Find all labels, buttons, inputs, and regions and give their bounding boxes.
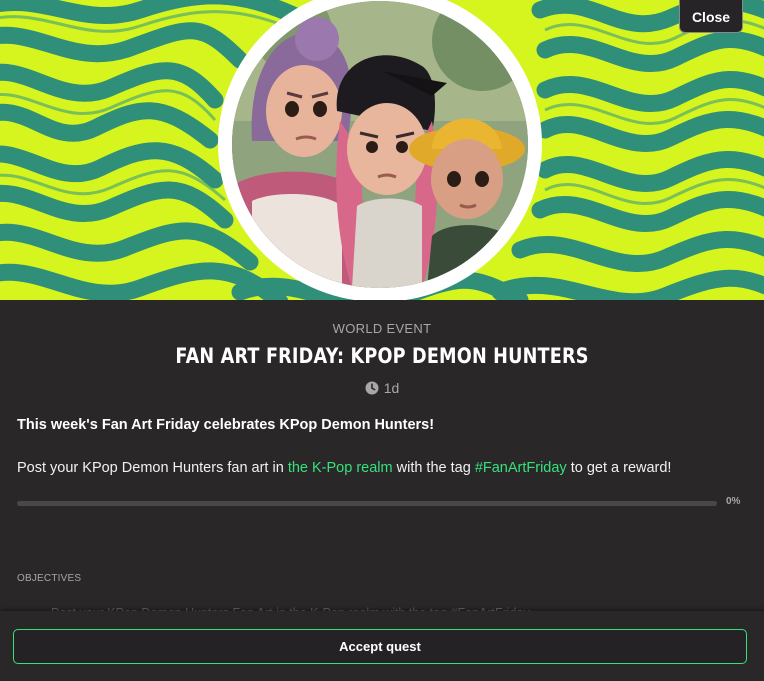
realm-link[interactable]: the K-Pop realm bbox=[288, 460, 393, 476]
accept-quest-button[interactable]: Accept quest bbox=[13, 629, 747, 664]
event-title: FAN ART FRIDAY: KPOP DEMON HUNTERS bbox=[175, 344, 589, 368]
description-suffix: to get a reward! bbox=[566, 460, 672, 476]
progress-bar bbox=[17, 501, 717, 506]
event-avatar-image bbox=[232, 1, 528, 288]
tag-link[interactable]: #FanArtFriday bbox=[475, 460, 567, 476]
event-banner: Close bbox=[0, 0, 764, 300]
event-duration: 1d bbox=[0, 380, 764, 396]
close-button[interactable]: Close bbox=[679, 0, 743, 33]
description-prefix: Post your KPop Demon Hunters fan art in bbox=[17, 460, 288, 476]
description-middle: with the tag bbox=[392, 460, 475, 476]
event-description: Post your KPop Demon Hunters fan art in … bbox=[17, 460, 671, 476]
event-headline: This week's Fan Art Friday celebrates KP… bbox=[17, 417, 435, 433]
footer-bar: Accept quest bbox=[0, 611, 764, 681]
event-category: WORLD EVENT bbox=[332, 321, 432, 336]
progress-percent: 0% bbox=[726, 496, 741, 507]
clock-icon bbox=[365, 381, 379, 395]
objectives-heading: OBJECTIVES bbox=[17, 573, 82, 584]
kpop-demon-hunters-illustration bbox=[232, 1, 528, 288]
duration-value: 1d bbox=[383, 380, 400, 396]
